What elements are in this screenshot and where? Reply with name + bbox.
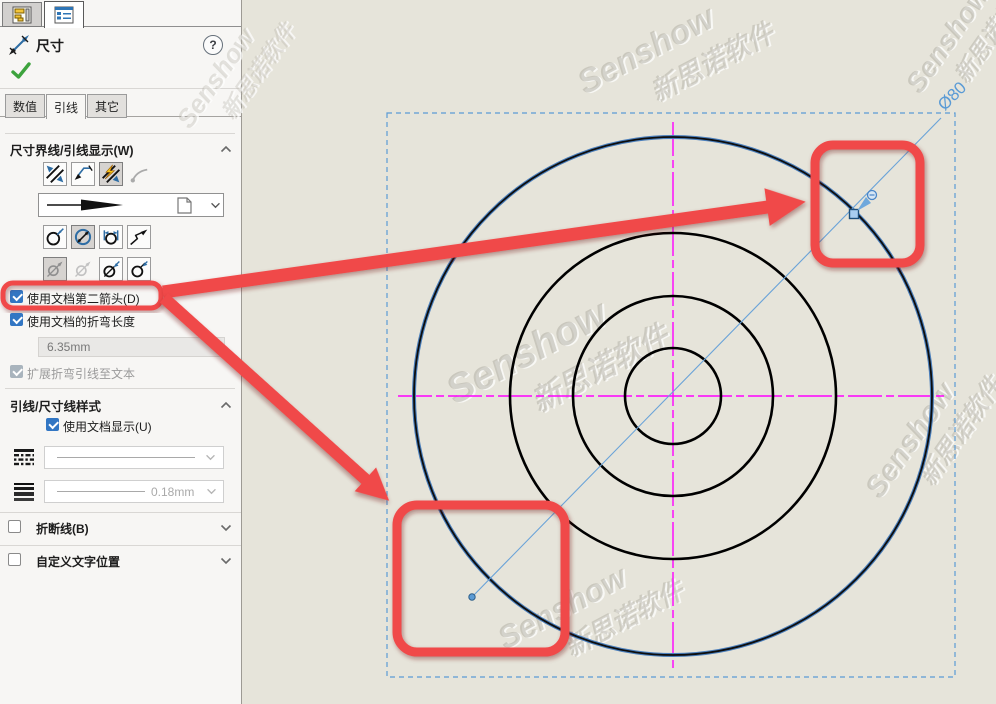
witness-lines-button[interactable] — [43, 162, 67, 186]
use-document-display-checkbox[interactable] — [46, 418, 59, 431]
witness-section-title: 尺寸界线/引线显示(W) — [10, 140, 134, 159]
line-style-preview — [57, 457, 195, 458]
arrows-outside-icon — [45, 227, 65, 247]
line-style-icon — [13, 447, 35, 467]
smart-arrows-icon — [101, 227, 121, 247]
help-icon[interactable]: ? — [203, 35, 223, 55]
arrows-outside-button[interactable] — [43, 225, 67, 249]
diameter-leader-icon-2 — [71, 257, 95, 281]
arrow-style-dropdown[interactable] — [38, 193, 224, 217]
divider — [0, 512, 241, 513]
second-arrow-label[interactable]: 使用文档第二箭头(D) — [27, 290, 140, 307]
dimension-icon — [8, 34, 30, 56]
break-lines-label[interactable]: 折断线(B) — [36, 520, 89, 537]
divider — [0, 545, 241, 546]
line-thickness-icon — [13, 481, 35, 501]
configurations-icon — [54, 6, 74, 24]
collapse-chevron-up-icon[interactable] — [220, 401, 232, 409]
bend-length-checkbox[interactable] — [10, 313, 23, 326]
witness-lines-icon — [45, 164, 65, 184]
ok-button[interactable] — [10, 60, 32, 82]
line-style-dropdown — [44, 446, 224, 469]
expand-chevron-down-icon[interactable] — [220, 557, 232, 565]
panel-tabs: 数值 引线 其它 — [5, 94, 128, 119]
divider — [5, 133, 235, 134]
drawing-canvas[interactable] — [242, 0, 996, 704]
extend-bent-label: 扩展折弯引线至文本 — [27, 365, 135, 382]
arrows-inside-button[interactable] — [71, 225, 95, 249]
thickness-preview — [57, 491, 145, 492]
foreshortened-diameter-button[interactable] — [99, 257, 123, 281]
open-diameter-button[interactable] — [127, 257, 151, 281]
tab-property-manager[interactable] — [2, 2, 42, 27]
arrows-inside-icon — [73, 227, 93, 247]
collapse-chevron-up-icon[interactable] — [220, 145, 232, 153]
foreshortened-diameter-icon — [101, 259, 121, 279]
open-diameter-icon — [129, 259, 149, 279]
jogged-leader-icon — [129, 227, 149, 247]
use-document-display-label[interactable]: 使用文档显示(U) — [63, 418, 152, 435]
jogged-leader-button[interactable] — [127, 225, 151, 249]
expand-chevron-down-icon[interactable] — [220, 524, 232, 532]
bent-leader-button[interactable] — [71, 162, 95, 186]
app-window: 尺寸 ? 数值 引线 其它 尺寸界线/引线显示(W) — [0, 0, 996, 704]
property-manager-icon — [12, 6, 32, 24]
custom-text-position-label[interactable]: 自定义文字位置 — [36, 553, 120, 570]
chevron-down-icon — [210, 202, 221, 209]
second-arrow-checkbox[interactable] — [10, 290, 23, 303]
chevron-down-icon — [206, 488, 217, 495]
smart-witness-button[interactable] — [99, 162, 123, 186]
divider — [5, 388, 235, 389]
tab-configurations[interactable] — [44, 1, 84, 28]
tab-leaders[interactable]: 引线 — [46, 94, 86, 119]
diameter-disabled-icon — [45, 259, 65, 279]
line-thickness-dropdown: 0.18mm — [44, 480, 224, 503]
bend-length-label[interactable]: 使用文档的折弯长度 — [27, 313, 135, 330]
bent-leader-icon — [73, 164, 93, 184]
thickness-value: 0.18mm — [151, 485, 194, 499]
tab-value[interactable]: 数值 — [5, 94, 45, 118]
smart-arrows-button[interactable] — [99, 225, 123, 249]
curved-leader-icon — [128, 165, 152, 185]
chevron-down-icon — [205, 454, 216, 461]
document-icon — [177, 197, 192, 214]
smart-witness-icon — [101, 164, 121, 184]
tab-other[interactable]: 其它 — [87, 94, 127, 118]
diameter-leader-button-1[interactable] — [43, 257, 67, 281]
bend-length-input[interactable]: 6.35mm — [38, 337, 225, 357]
extend-bent-checkbox — [10, 365, 23, 378]
style-section-title: 引线/尺寸线样式 — [10, 396, 101, 415]
panel-title: 尺寸 — [36, 36, 64, 56]
property-manager-panel: 尺寸 ? 数值 引线 其它 尺寸界线/引线显示(W) — [0, 0, 242, 704]
custom-text-position-checkbox[interactable] — [8, 553, 21, 566]
divider — [0, 88, 241, 89]
break-lines-checkbox[interactable] — [8, 520, 21, 533]
arrow-style-preview — [45, 197, 165, 213]
